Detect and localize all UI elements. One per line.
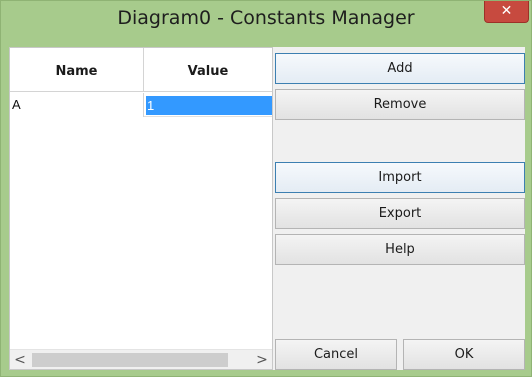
cell-value-editor[interactable]: 1 <box>146 96 272 115</box>
constants-manager-window: Diagram0 - Constants Manager ✕ Name Valu… <box>0 0 532 377</box>
cell-name[interactable]: A <box>10 93 144 117</box>
remove-button[interactable]: Remove <box>275 89 525 120</box>
title-bar[interactable]: Diagram0 - Constants Manager ✕ <box>1 1 531 47</box>
table-row[interactable]: A 1 <box>10 93 272 117</box>
cancel-button[interactable]: Cancel <box>275 339 397 370</box>
ok-button[interactable]: OK <box>403 339 525 370</box>
import-button[interactable]: Import <box>275 162 525 193</box>
close-icon: ✕ <box>500 3 513 19</box>
close-button[interactable]: ✕ <box>484 1 529 23</box>
horizontal-scrollbar[interactable]: < > <box>10 349 272 369</box>
window-title: Diagram0 - Constants Manager <box>117 7 415 29</box>
grid-header: Name Value <box>10 48 272 92</box>
scroll-right-icon[interactable]: > <box>252 350 272 370</box>
scroll-left-icon[interactable]: < <box>10 350 30 370</box>
export-button[interactable]: Export <box>275 198 525 229</box>
column-header-name[interactable]: Name <box>10 48 144 92</box>
dialog-client-area: Name Value A 1 < > Add Remove Import Exp… <box>9 47 525 370</box>
add-button[interactable]: Add <box>275 53 525 84</box>
help-button[interactable]: Help <box>275 234 525 265</box>
scrollbar-thumb[interactable] <box>32 353 228 367</box>
column-header-value[interactable]: Value <box>144 48 272 92</box>
constants-grid: Name Value A 1 < > <box>9 47 273 370</box>
